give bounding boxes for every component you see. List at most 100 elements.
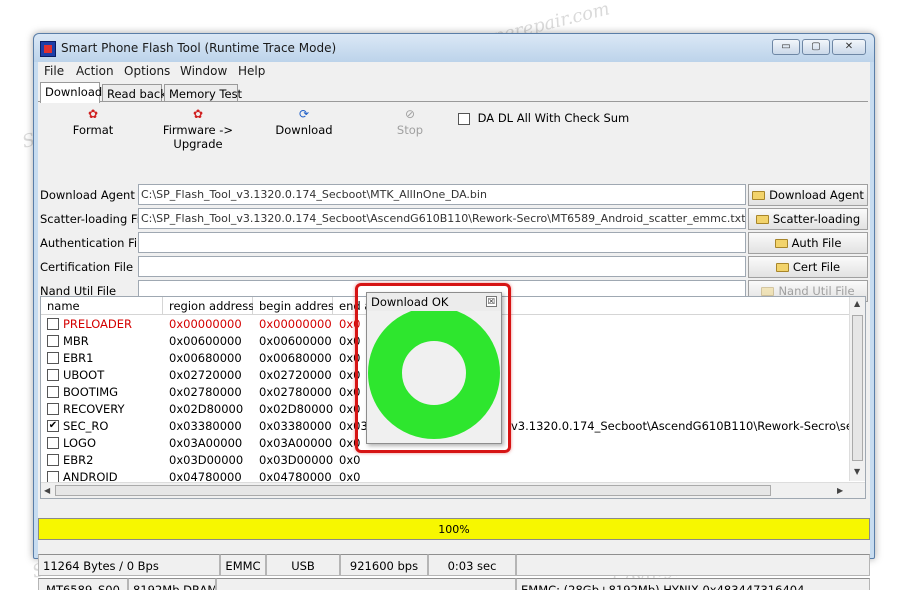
download-icon: ⟳: [298, 107, 310, 121]
row-region-address: 0x02D80000: [169, 402, 244, 416]
status-bar-top: 11264 Bytes / 0 Bps EMMC USB 921600 bps …: [38, 554, 870, 576]
row-name: MBR: [63, 334, 89, 348]
row-checkbox[interactable]: ✔: [47, 420, 59, 432]
scatter-loading-button[interactable]: Scatter-loading: [748, 208, 868, 230]
row-begin-address: 0x02780000: [259, 385, 332, 399]
checksum-checkbox[interactable]: [458, 112, 470, 125]
app-icon: [40, 41, 56, 57]
tab-download[interactable]: Download: [40, 82, 102, 103]
menu-options[interactable]: Options: [124, 64, 170, 78]
download-agent-label: Download Agent: [40, 188, 135, 202]
maximize-button[interactable]: ▢: [802, 39, 830, 55]
row-checkbox[interactable]: [47, 369, 59, 381]
auth-file-button-label: Auth File: [791, 236, 842, 250]
checksum-option[interactable]: DA DL All With Check Sum: [458, 111, 629, 125]
status-chip: MT6589_S00: [38, 578, 128, 590]
cert-file-button-label: Cert File: [792, 260, 841, 274]
scroll-left-icon[interactable]: ◀: [44, 486, 50, 495]
row-region-address: 0x03D00000: [169, 453, 244, 467]
status-time: 0:03 sec: [428, 554, 516, 576]
tab-read-back[interactable]: Read back: [102, 84, 167, 102]
menu-action[interactable]: Action: [76, 64, 114, 78]
row-begin-address: 0x03D00000: [259, 453, 334, 467]
menu-bar: File Action Options Window Help: [38, 62, 870, 80]
row-checkbox[interactable]: [47, 403, 59, 415]
status-port: USB: [266, 554, 340, 576]
column-header-begin-address[interactable]: begin address: [253, 297, 340, 315]
scroll-down-icon[interactable]: ▼: [854, 467, 860, 476]
row-checkbox[interactable]: [47, 335, 59, 347]
menu-help[interactable]: Help: [238, 64, 265, 78]
window-title: Smart Phone Flash Tool (Runtime Trace Mo…: [61, 41, 337, 55]
row-begin-address: 0x00600000: [259, 334, 332, 348]
row-begin-address: 0x02D80000: [259, 402, 334, 416]
row-checkbox[interactable]: [47, 352, 59, 364]
firmware-upgrade-button[interactable]: ✿ Firmware -> Upgrade: [142, 107, 254, 151]
row-name: EBR2: [63, 453, 94, 467]
download-agent-field[interactable]: C:\SP_Flash_Tool_v3.1320.0.174_Secboot\M…: [138, 184, 746, 205]
progress-text: 100%: [438, 523, 470, 536]
folder-icon: [752, 191, 766, 200]
vertical-scroll-thumb[interactable]: [852, 315, 863, 461]
highlight-frame: [355, 283, 511, 453]
row-region-address: 0x02780000: [169, 385, 242, 399]
cert-file-field[interactable]: [138, 256, 746, 277]
row-name: PRELOADER: [63, 317, 133, 331]
status-emmc-info: EMMC: (28Gb+8192Mb) HYNIX 0x483447316404: [516, 578, 870, 590]
scatter-loading-button-label: Scatter-loading: [772, 212, 861, 226]
row-name: BOOTIMG: [63, 385, 119, 399]
scroll-right-icon[interactable]: ▶: [837, 486, 843, 495]
firmware-upgrade-icon: ✿: [192, 107, 204, 121]
table-row[interactable]: EBR2 0x03D00000 0x03D00000 0x0: [41, 452, 851, 469]
scatter-file-field[interactable]: C:\SP_Flash_Tool_v3.1320.0.174_Secboot\A…: [138, 208, 746, 229]
download-label: Download: [275, 123, 333, 137]
status-ram: 8192Mb DRAM: [128, 578, 216, 590]
row-begin-address: 0x00000000: [259, 317, 332, 331]
folder-icon: [775, 263, 789, 272]
menu-window[interactable]: Window: [180, 64, 227, 78]
row-begin-address: 0x02720000: [259, 368, 332, 382]
auth-file-label: Authentication File: [40, 236, 148, 250]
row-name: SEC_RO: [63, 419, 109, 433]
row-checkbox[interactable]: [47, 437, 59, 449]
scatter-file-label: Scatter-loading File: [40, 212, 151, 226]
status-bytes: 11264 Bytes / 0 Bps: [38, 554, 220, 576]
row-checkbox[interactable]: [47, 454, 59, 466]
row-begin-address: 0x03380000: [259, 419, 332, 433]
row-checkbox[interactable]: [47, 386, 59, 398]
row-name: UBOOT: [63, 368, 105, 382]
format-label: Format: [72, 123, 114, 137]
status-bar-bottom: MT6589_S00 8192Mb DRAM EMMC: (28Gb+8192M…: [38, 578, 870, 590]
folder-icon: [755, 215, 769, 224]
row-checkbox[interactable]: [47, 318, 59, 330]
stop-icon: ⊘: [404, 107, 416, 121]
minimize-button[interactable]: ▭: [772, 39, 800, 55]
row-region-address: 0x03380000: [169, 419, 242, 433]
horizontal-scroll-thumb[interactable]: [55, 485, 771, 496]
vertical-scrollbar[interactable]: ▲ ▼: [849, 297, 865, 481]
column-header-name[interactable]: name: [41, 297, 163, 315]
title-bar[interactable]: Smart Phone Flash Tool (Runtime Trace Mo…: [34, 34, 874, 62]
status-baud: 921600 bps: [340, 554, 428, 576]
stop-label: Stop: [396, 123, 424, 137]
download-progress-bar: 100%: [38, 518, 870, 540]
menu-file[interactable]: File: [44, 64, 64, 78]
format-icon: ✿: [87, 107, 99, 121]
scroll-up-icon[interactable]: ▲: [854, 299, 860, 308]
row-region-address: 0x00600000: [169, 334, 242, 348]
download-agent-button[interactable]: Download Agent: [748, 184, 868, 206]
format-button[interactable]: ✿ Format: [70, 107, 116, 137]
close-button[interactable]: ✕: [832, 39, 866, 55]
auth-file-field[interactable]: [138, 232, 746, 253]
column-header-region-address[interactable]: region address: [163, 297, 254, 315]
horizontal-scrollbar[interactable]: ◀ ▶: [41, 482, 865, 498]
row-end-address: 0x0: [339, 453, 361, 467]
row-begin-address: 0x00680000: [259, 351, 332, 365]
cert-file-button[interactable]: Cert File: [748, 256, 868, 278]
download-button[interactable]: ⟳ Download: [274, 107, 334, 137]
row-location: v3.1320.0.174_Secboot\AscendG610B110\Rew…: [511, 419, 866, 433]
auth-file-button[interactable]: Auth File: [748, 232, 868, 254]
stop-button[interactable]: ⊘ Stop: [390, 107, 430, 137]
row-name: LOGO: [63, 436, 97, 450]
tab-memory-test[interactable]: Memory Test: [164, 84, 242, 102]
